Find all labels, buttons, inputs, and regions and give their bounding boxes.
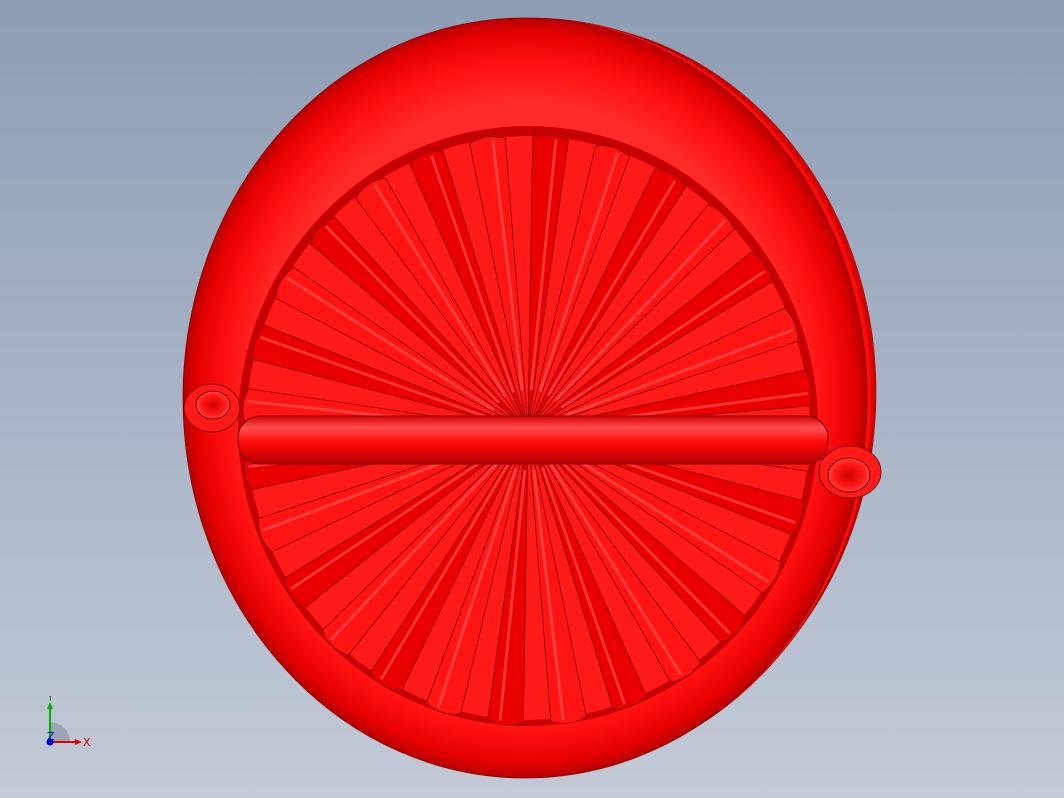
- triad-z-label: Z: [47, 730, 55, 743]
- right-end-port[interactable]: [818, 445, 882, 499]
- center-bar[interactable]: [237, 415, 829, 465]
- model-viewport[interactable]: [0, 0, 1064, 798]
- axis-triad: Y X Z: [46, 696, 91, 749]
- left-port-inner: [195, 390, 231, 420]
- center-bar-body: [237, 415, 829, 465]
- triad-x-arrow: [75, 739, 82, 745]
- left-end-port[interactable]: [183, 383, 241, 433]
- triad-y-label: Y: [46, 696, 54, 704]
- triad-x-label: X: [83, 736, 91, 749]
- right-port-inner: [827, 457, 871, 493]
